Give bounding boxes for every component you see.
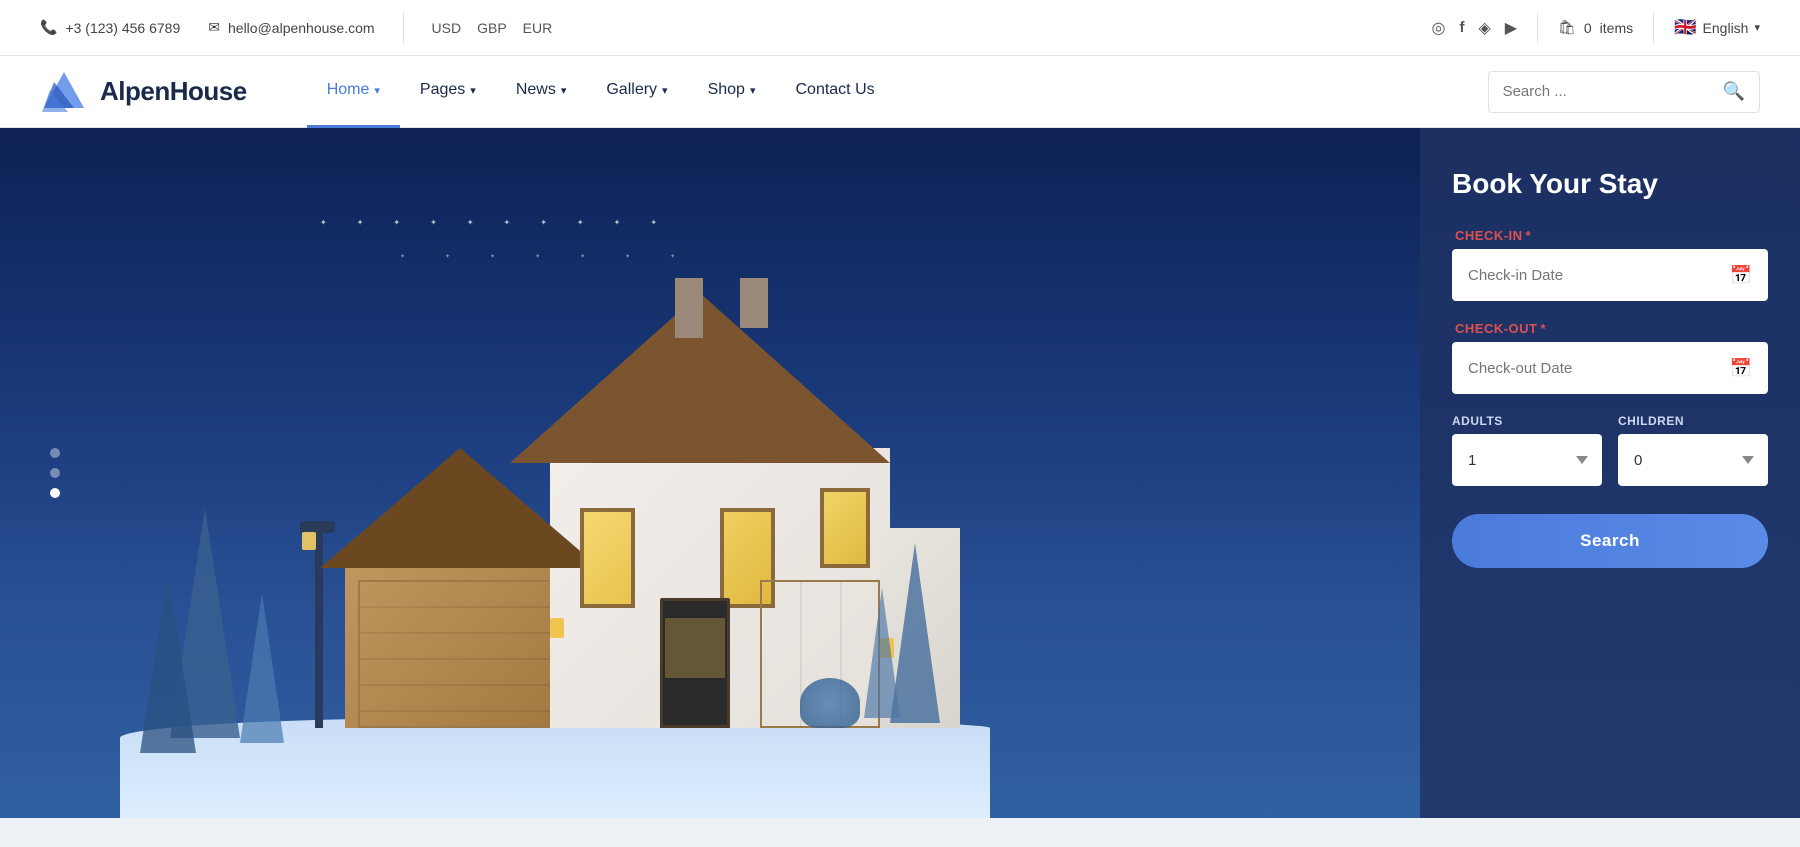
nav-contact-label: Contact Us [795, 81, 874, 99]
search-icon: 🔍 [1723, 81, 1745, 101]
nav-pages-chevron: ▾ [470, 84, 476, 97]
adults-wrap: ADULTS 1 2 3 4 5 [1452, 414, 1602, 486]
stars: ✦✦✦✦✦✦✦✦✦✦ [320, 218, 687, 227]
nav-shop-chevron: ▾ [750, 84, 756, 97]
divider-3 [1653, 13, 1654, 43]
tree-3 [240, 593, 284, 743]
wall-light-1 [550, 618, 564, 638]
cart-icon: 🛍 [1558, 19, 1576, 36]
logo-svg [40, 68, 88, 116]
nav-item-shop[interactable]: Shop ▾ [688, 56, 776, 128]
instagram-icon[interactable]: ◈ [1478, 18, 1490, 38]
window-1 [580, 508, 635, 608]
slide-dot-2[interactable] [50, 468, 60, 478]
flag-icon: 🇬🇧 [1674, 17, 1696, 38]
checkin-label: CHECK-IN* [1452, 228, 1768, 243]
checkin-input-wrapper[interactable]: 📅 [1452, 249, 1768, 301]
tree-right-2 [864, 588, 900, 718]
roof-chimney-2 [740, 278, 768, 328]
facebook-icon[interactable]: f [1459, 19, 1464, 36]
house-roof-left [320, 448, 600, 568]
language-selector[interactable]: 🇬🇧 English ▾ [1674, 17, 1760, 38]
bush [800, 678, 860, 728]
checkin-required: * [1526, 228, 1532, 243]
guests-row: ADULTS 1 2 3 4 5 CHILDREN 0 1 2 3 4 [1452, 414, 1768, 486]
children-wrap: CHILDREN 0 1 2 3 4 [1618, 414, 1768, 486]
social-icons: ◎ f ◈ ▶ [1432, 18, 1518, 38]
currency-eur[interactable]: EUR [523, 20, 553, 36]
search-input[interactable] [1489, 83, 1709, 100]
nav-item-news[interactable]: News ▾ [496, 56, 587, 128]
tripadvisor-icon[interactable]: ◎ [1432, 18, 1446, 38]
divider-1 [403, 13, 404, 43]
stars-2: ✦✦✦✦✦✦✦ [400, 253, 715, 260]
cart-count: 0 [1584, 20, 1592, 36]
garage-door [358, 580, 552, 728]
nav-pages-label: Pages [420, 81, 465, 99]
nav-item-contact[interactable]: Contact Us [775, 56, 894, 128]
slide-dot-1[interactable] [50, 448, 60, 458]
slide-dots [50, 448, 60, 498]
booking-search-button[interactable]: Search [1452, 514, 1768, 568]
booking-panel: Book Your Stay CHECK-IN* 📅 CHECK-OUT* 📅 … [1420, 128, 1800, 818]
checkout-calendar-icon: 📅 [1730, 358, 1752, 379]
nav-gallery-chevron: ▾ [662, 84, 668, 97]
nav-home-chevron: ▾ [374, 84, 380, 97]
top-bar-right: ◎ f ◈ ▶ 🛍 0 items 🇬🇧 English ▾ [1432, 13, 1761, 43]
youtube-icon[interactable]: ▶ [1505, 18, 1517, 38]
currency-usd[interactable]: USD [432, 20, 462, 36]
checkout-input[interactable] [1468, 360, 1720, 377]
currency-group: USD GBP EUR [432, 20, 553, 36]
children-label: CHILDREN [1618, 414, 1768, 428]
checkin-input[interactable] [1468, 267, 1720, 284]
checkout-input-wrapper[interactable]: 📅 [1452, 342, 1768, 394]
slide-dot-3[interactable] [50, 488, 60, 498]
search-box[interactable]: 🔍 [1488, 71, 1760, 113]
children-select[interactable]: 0 1 2 3 4 [1618, 434, 1768, 486]
tree-2 [140, 573, 196, 753]
checkin-calendar-icon: 📅 [1730, 265, 1752, 286]
checkin-field: CHECK-IN* 📅 [1452, 228, 1768, 301]
checkout-label: CHECK-OUT* [1452, 321, 1768, 336]
email-icon: ✉ [208, 19, 220, 36]
checkout-required: * [1541, 321, 1547, 336]
adults-select[interactable]: 1 2 3 4 5 [1452, 434, 1602, 486]
checkout-field: CHECK-OUT* 📅 [1452, 321, 1768, 394]
cart-area[interactable]: 🛍 0 items [1558, 19, 1633, 36]
language-label: English [1703, 20, 1749, 36]
nav-home-label: Home [327, 81, 370, 99]
booking-title: Book Your Stay [1452, 168, 1768, 200]
lamp-light [302, 532, 316, 550]
phone-contact[interactable]: 📞 +3 (123) 456 6789 [40, 19, 180, 36]
nav-gallery-label: Gallery [606, 81, 657, 99]
window-3 [820, 488, 870, 568]
email-address: hello@alpenhouse.com [228, 20, 375, 36]
search-button[interactable]: 🔍 [1709, 81, 1759, 102]
top-bar-left: 📞 +3 (123) 456 6789 ✉ hello@alpenhouse.c… [40, 13, 1404, 43]
phone-icon: 📞 [40, 19, 57, 36]
lang-chevron-icon: ▾ [1754, 21, 1760, 34]
adults-label: ADULTS [1452, 414, 1602, 428]
top-bar: 📞 +3 (123) 456 6789 ✉ hello@alpenhouse.c… [0, 0, 1800, 56]
cart-label: items [1600, 20, 1633, 36]
logo-text: AlpenHouse [100, 76, 247, 107]
email-contact[interactable]: ✉ hello@alpenhouse.com [208, 19, 374, 36]
hero-section: ✦✦✦✦✦✦✦✦✦✦ ✦✦✦✦✦✦✦ Book Your Stay CHECK-… [0, 128, 1800, 818]
house-illustration: ✦✦✦✦✦✦✦✦✦✦ ✦✦✦✦✦✦✦ [120, 198, 990, 818]
nav-item-pages[interactable]: Pages ▾ [400, 56, 496, 128]
nav-news-chevron: ▾ [561, 84, 567, 97]
nav-news-label: News [516, 81, 556, 99]
divider-2 [1537, 13, 1538, 43]
nav-bar: AlpenHouse Home ▾ Pages ▾ News ▾ Gallery… [0, 56, 1800, 128]
nav-item-home[interactable]: Home ▾ [307, 56, 400, 128]
nav-links: Home ▾ Pages ▾ News ▾ Gallery ▾ Shop ▾ C… [307, 56, 1488, 128]
nav-shop-label: Shop [708, 81, 745, 99]
phone-number: +3 (123) 456 6789 [65, 20, 180, 36]
logo[interactable]: AlpenHouse [40, 68, 247, 116]
roof-chimney-1 [675, 278, 703, 338]
nav-item-gallery[interactable]: Gallery ▾ [586, 56, 687, 128]
door-light [665, 618, 725, 678]
currency-gbp[interactable]: GBP [477, 20, 507, 36]
